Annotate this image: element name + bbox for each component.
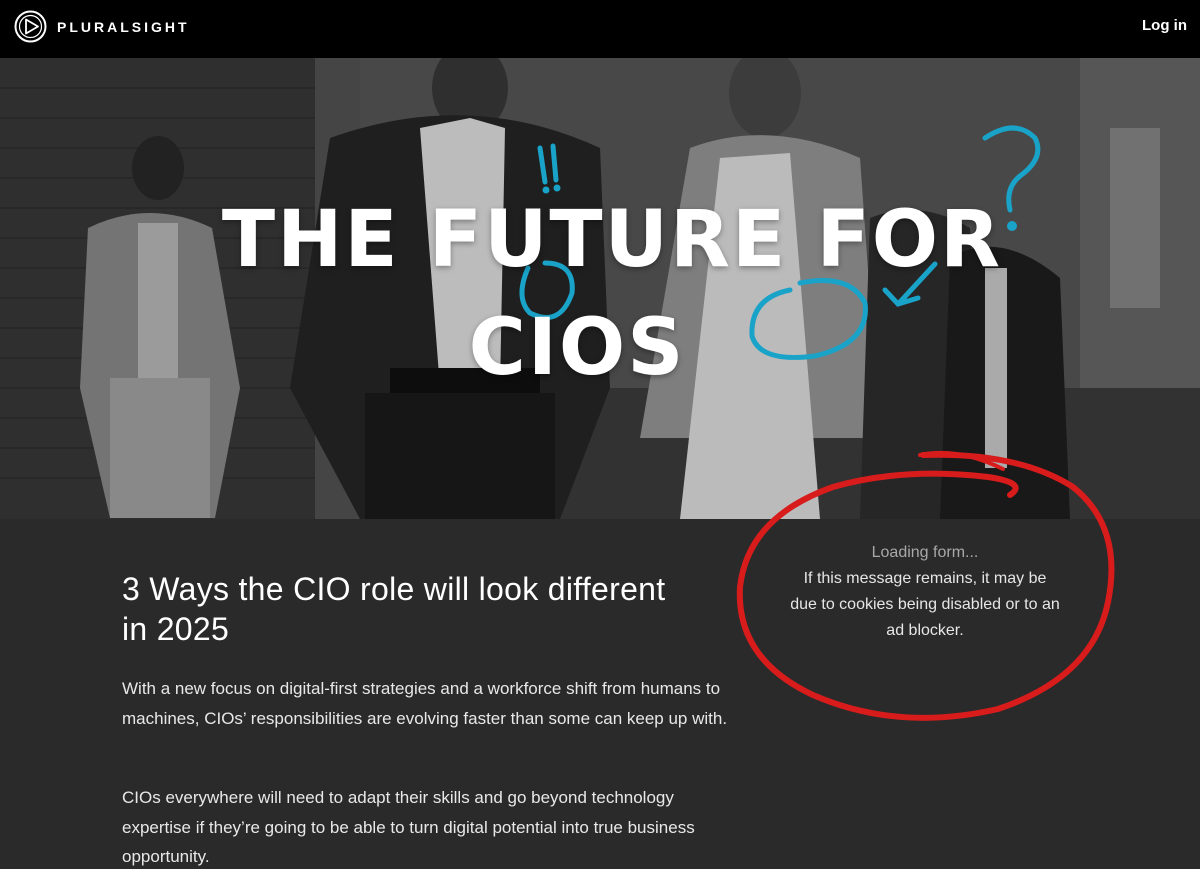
main-content: 3 Ways the CIO role will look different … <box>0 519 1200 869</box>
form-loading-text: Loading form... <box>871 544 979 561</box>
form-blocked-warning: If this message remains, it may be due t… <box>790 570 1060 639</box>
hero-title: THE FUTURE FOR CIOS <box>0 186 1200 402</box>
hero-title-line-2: CIOS <box>468 303 686 393</box>
article-headline: 3 Ways the CIO role will look different … <box>122 571 666 647</box>
play-circle-logo-icon <box>14 10 47 43</box>
form-placeholder: Loading form... If this message remains,… <box>790 540 1060 644</box>
login-link[interactable]: Log in <box>1142 17 1187 34</box>
top-navigation-bar: PLURALSIGHT Log in <box>0 0 1200 58</box>
intro-paragraph-1: With a new focus on digital-first strate… <box>122 679 728 728</box>
hero-banner: THE FUTURE FOR CIOS <box>0 58 1200 519</box>
pluralsight-logo[interactable]: PLURALSIGHT <box>14 10 190 43</box>
intro-paragraph-2: CIOs everywhere will need to adapt their… <box>122 788 695 866</box>
hero-title-line-1: THE FUTURE FOR <box>221 195 1003 285</box>
brand-name: PLURALSIGHT <box>57 18 190 35</box>
